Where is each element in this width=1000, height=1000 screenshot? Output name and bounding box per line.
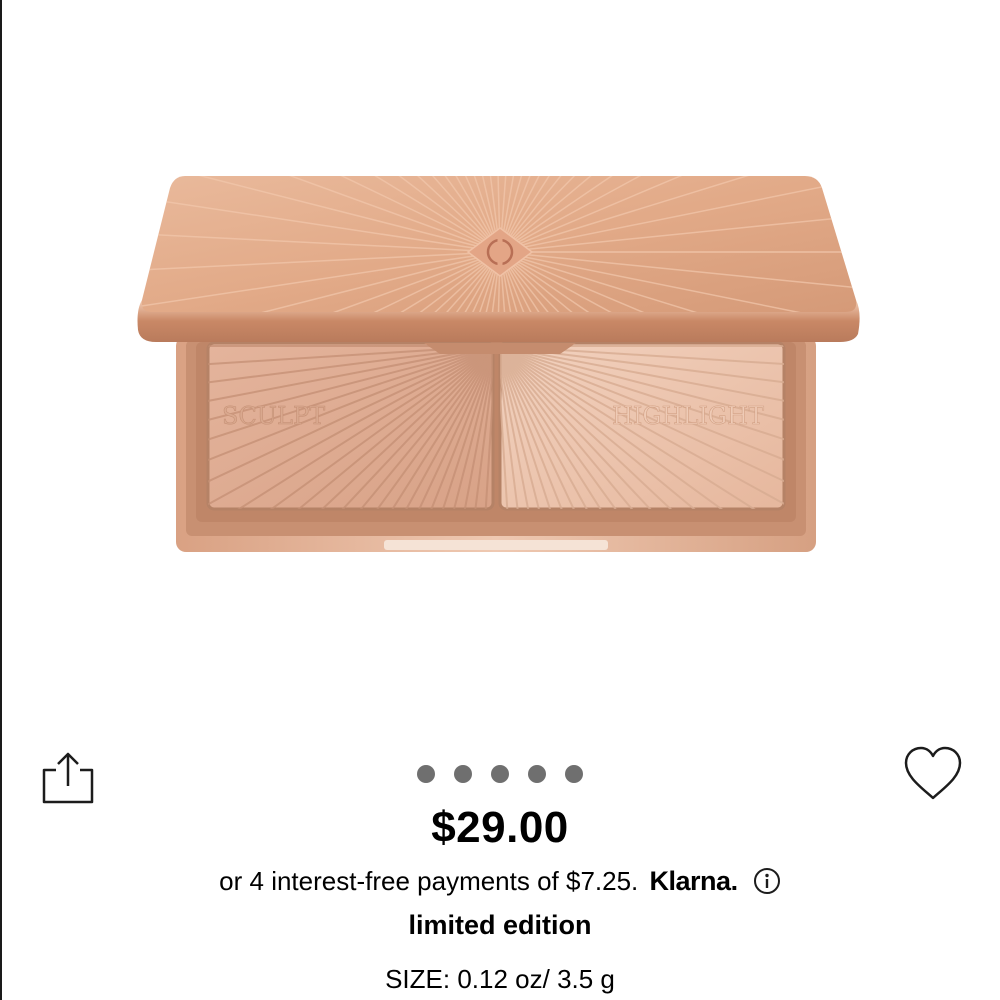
edition-label: limited edition — [408, 910, 592, 940]
carousel-indicator[interactable] — [400, 760, 600, 788]
heart-icon — [904, 746, 962, 800]
info-button[interactable] — [753, 867, 781, 895]
installment-text: or 4 interest-free payments of $7.25. — [219, 866, 639, 896]
klarna-logo: Klarna. — [649, 866, 739, 896]
carousel-dot[interactable] — [565, 765, 583, 783]
carousel-dot[interactable] — [417, 765, 435, 783]
palette-illustration: SCULPT HIGHLIGHT — [137, 176, 860, 552]
info-icon — [753, 868, 780, 894]
share-icon — [42, 752, 94, 804]
installment-info: or 4 interest-free payments of $7.25. Kl… — [0, 866, 1000, 897]
carousel-dot[interactable] — [528, 765, 546, 783]
carousel-dot[interactable] — [454, 765, 472, 783]
highlight-label: HIGHLIGHT — [612, 402, 764, 430]
product-price: $29.00 — [431, 803, 569, 852]
carousel-dot[interactable] — [491, 765, 509, 783]
favorite-button[interactable] — [900, 744, 966, 806]
product-image[interactable]: SCULPT HIGHLIGHT — [0, 0, 1000, 720]
size-label: SIZE: 0.12 oz/ 3.5 g — [385, 964, 615, 994]
sculpt-label: SCULPT — [222, 402, 325, 430]
share-button[interactable] — [38, 746, 98, 808]
